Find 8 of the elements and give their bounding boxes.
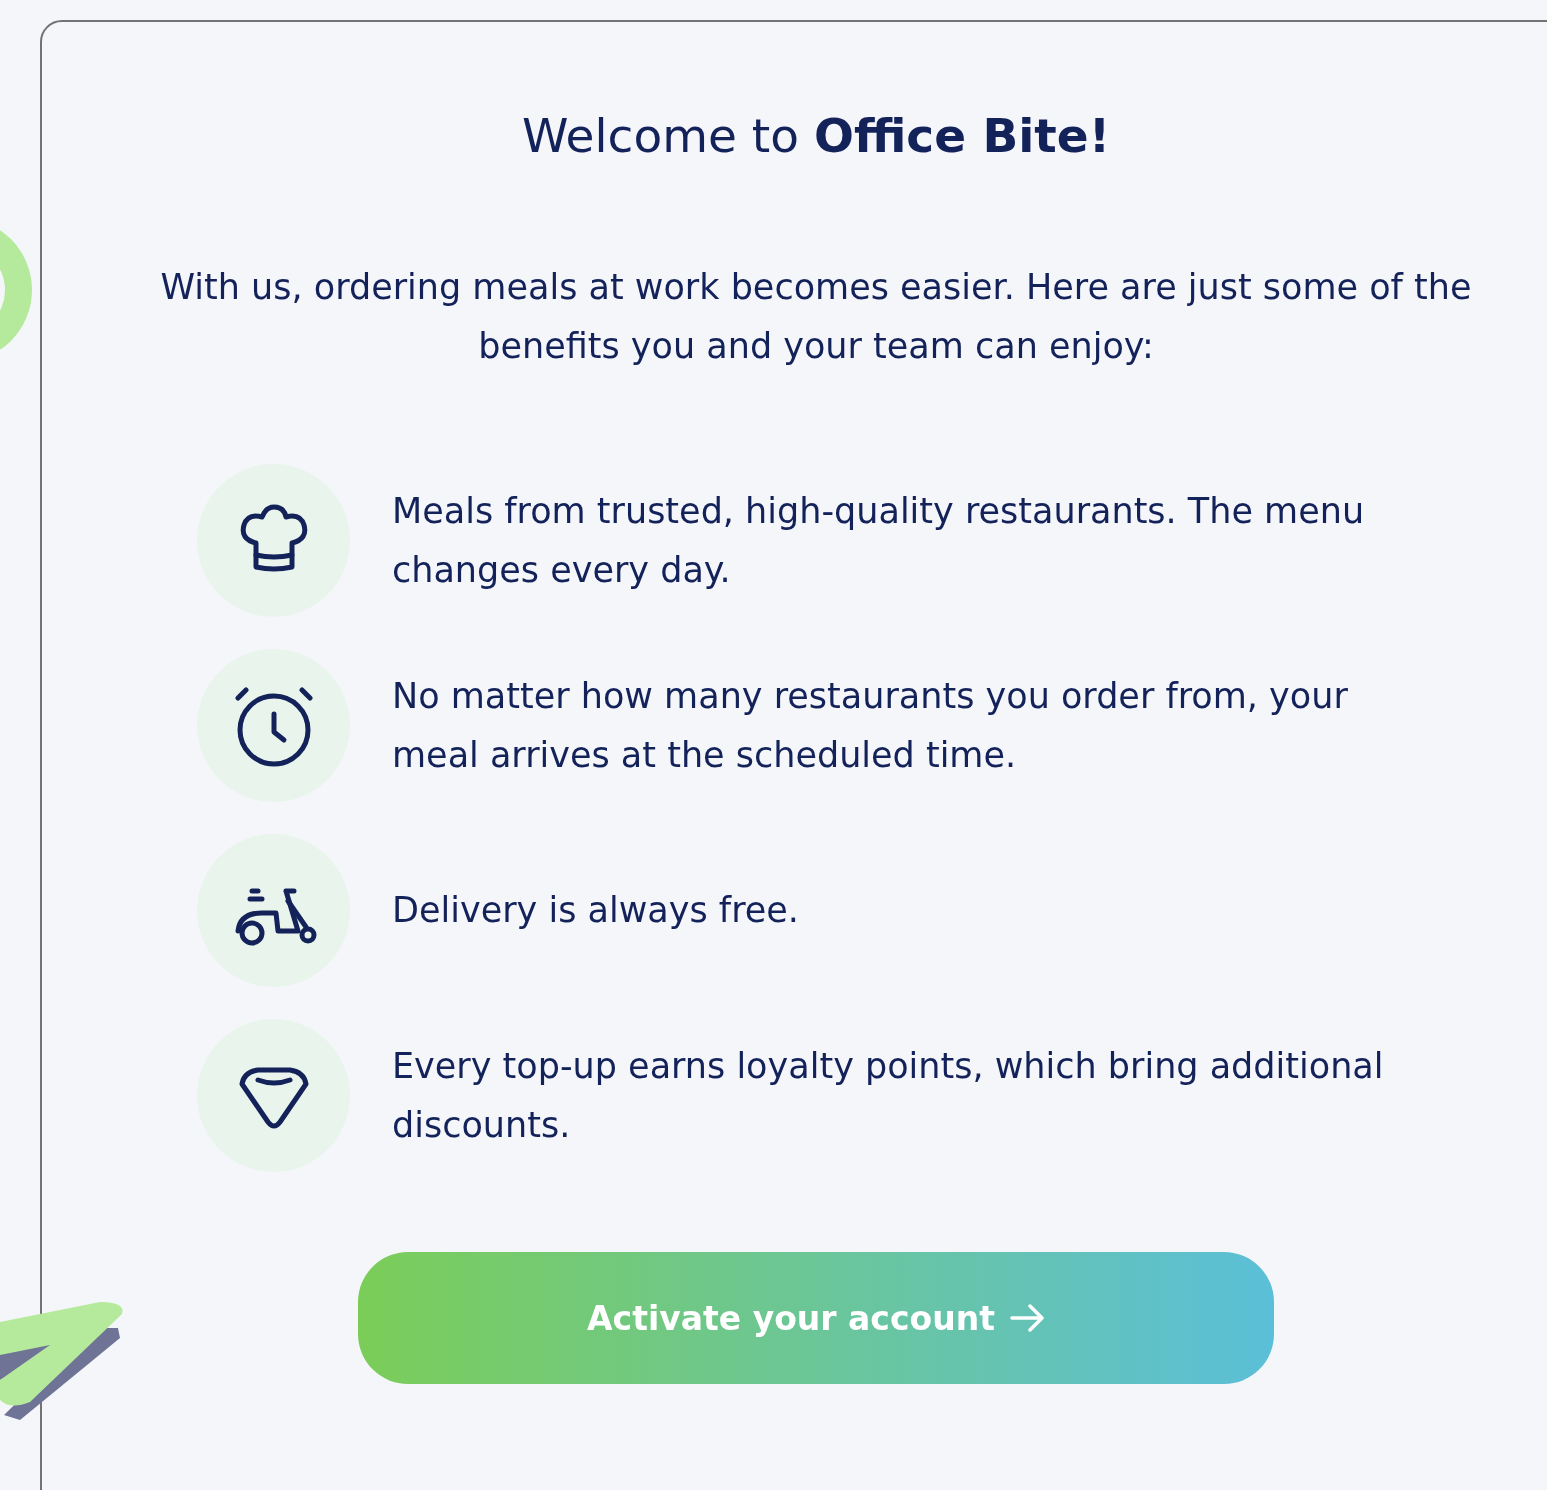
benefit-text: Every top-up earns loyalty points, which bring additional discounts. <box>392 1044 1385 1147</box>
benefit-text: Delivery is always free. <box>392 889 800 932</box>
intro-text: With us, ordering meals at work becomes easier. Here are just some of the benefits you and your team can enjoy: <box>159 266 1473 368</box>
benefit-text: No matter how many restaurants you order from, your meal arrives at the scheduled time. <box>392 674 1349 777</box>
benefit-text: Meals from trusted, high-quality restaurants. The menu changes every day. <box>392 489 1366 592</box>
activate-account-button[interactable]: Activate your account <box>358 1252 1274 1384</box>
arrow-right-icon <box>1008 1303 1045 1333</box>
welcome-title: Welcome to Office Bite! <box>521 107 1111 165</box>
